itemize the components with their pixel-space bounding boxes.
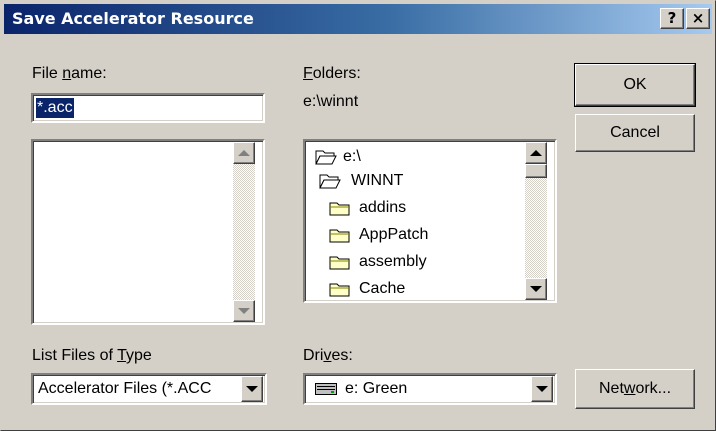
arrow-up-icon [530,150,542,156]
folder-icon [329,229,350,243]
title-bar[interactable]: Save Accelerator Resource ? × [4,4,712,34]
cancel-button[interactable]: Cancel [575,114,695,152]
file-name-input[interactable]: *.acc [31,93,265,123]
file-name-value: *.acc [36,98,74,118]
arrow-down-icon [238,308,250,314]
folder-scroll-up-button[interactable] [525,142,547,164]
drives-value: e: Green [345,380,408,397]
drives-dropdown-button[interactable] [531,376,553,402]
window-title: Save Accelerator Resource [12,9,254,28]
current-folder-path: e:\winnt [303,93,359,110]
folder-icon [329,283,350,297]
network-button[interactable]: Network... [575,369,695,409]
chevron-down-icon [536,386,548,392]
file-type-label: List Files of Type [32,347,152,364]
file-name-label: File name: [32,65,107,82]
folder-tree[interactable]: e:\ WINNT addins AppPatch assembly Cache [303,139,557,303]
file-list[interactable] [31,139,265,325]
chevron-down-icon [246,386,258,392]
open-folder-icon [319,174,341,189]
folder-scroll-down-button[interactable] [525,278,547,300]
folder-item-label: e:\ [343,148,361,165]
file-list-scroll-down-button[interactable] [233,300,255,322]
drives-combo[interactable]: e: Green [303,373,557,405]
close-button[interactable]: × [686,8,710,29]
arrow-down-icon [530,286,542,292]
file-list-scrollbar[interactable] [233,142,255,322]
ok-button[interactable]: OK [574,63,696,107]
folder-item-label: AppPatch [359,226,429,243]
drive-icon [315,383,337,395]
save-accelerator-dialog: Save Accelerator Resource ? × File name:… [0,0,716,431]
file-list-scroll-up-button[interactable] [233,142,255,164]
file-type-dropdown-button[interactable] [241,376,263,402]
folder-tree-scrollbar[interactable] [525,142,547,300]
file-type-combo[interactable]: Accelerator Files (*.ACC [31,373,267,405]
arrow-up-icon [238,150,250,156]
folder-item-label: Cache [359,280,406,297]
file-type-value: Accelerator Files (*.ACC [38,380,212,397]
folder-item-label: assembly [359,253,427,270]
folder-icon [329,202,350,216]
folder-item-label: addins [359,199,407,216]
folder-scroll-thumb[interactable] [525,164,547,178]
open-folder-icon [315,150,337,165]
drives-label: Drives: [303,347,353,364]
folders-label: Folders: [303,65,361,82]
folder-item-label: WINNT [351,172,404,189]
help-button[interactable]: ? [660,8,684,29]
folder-icon [329,256,350,270]
